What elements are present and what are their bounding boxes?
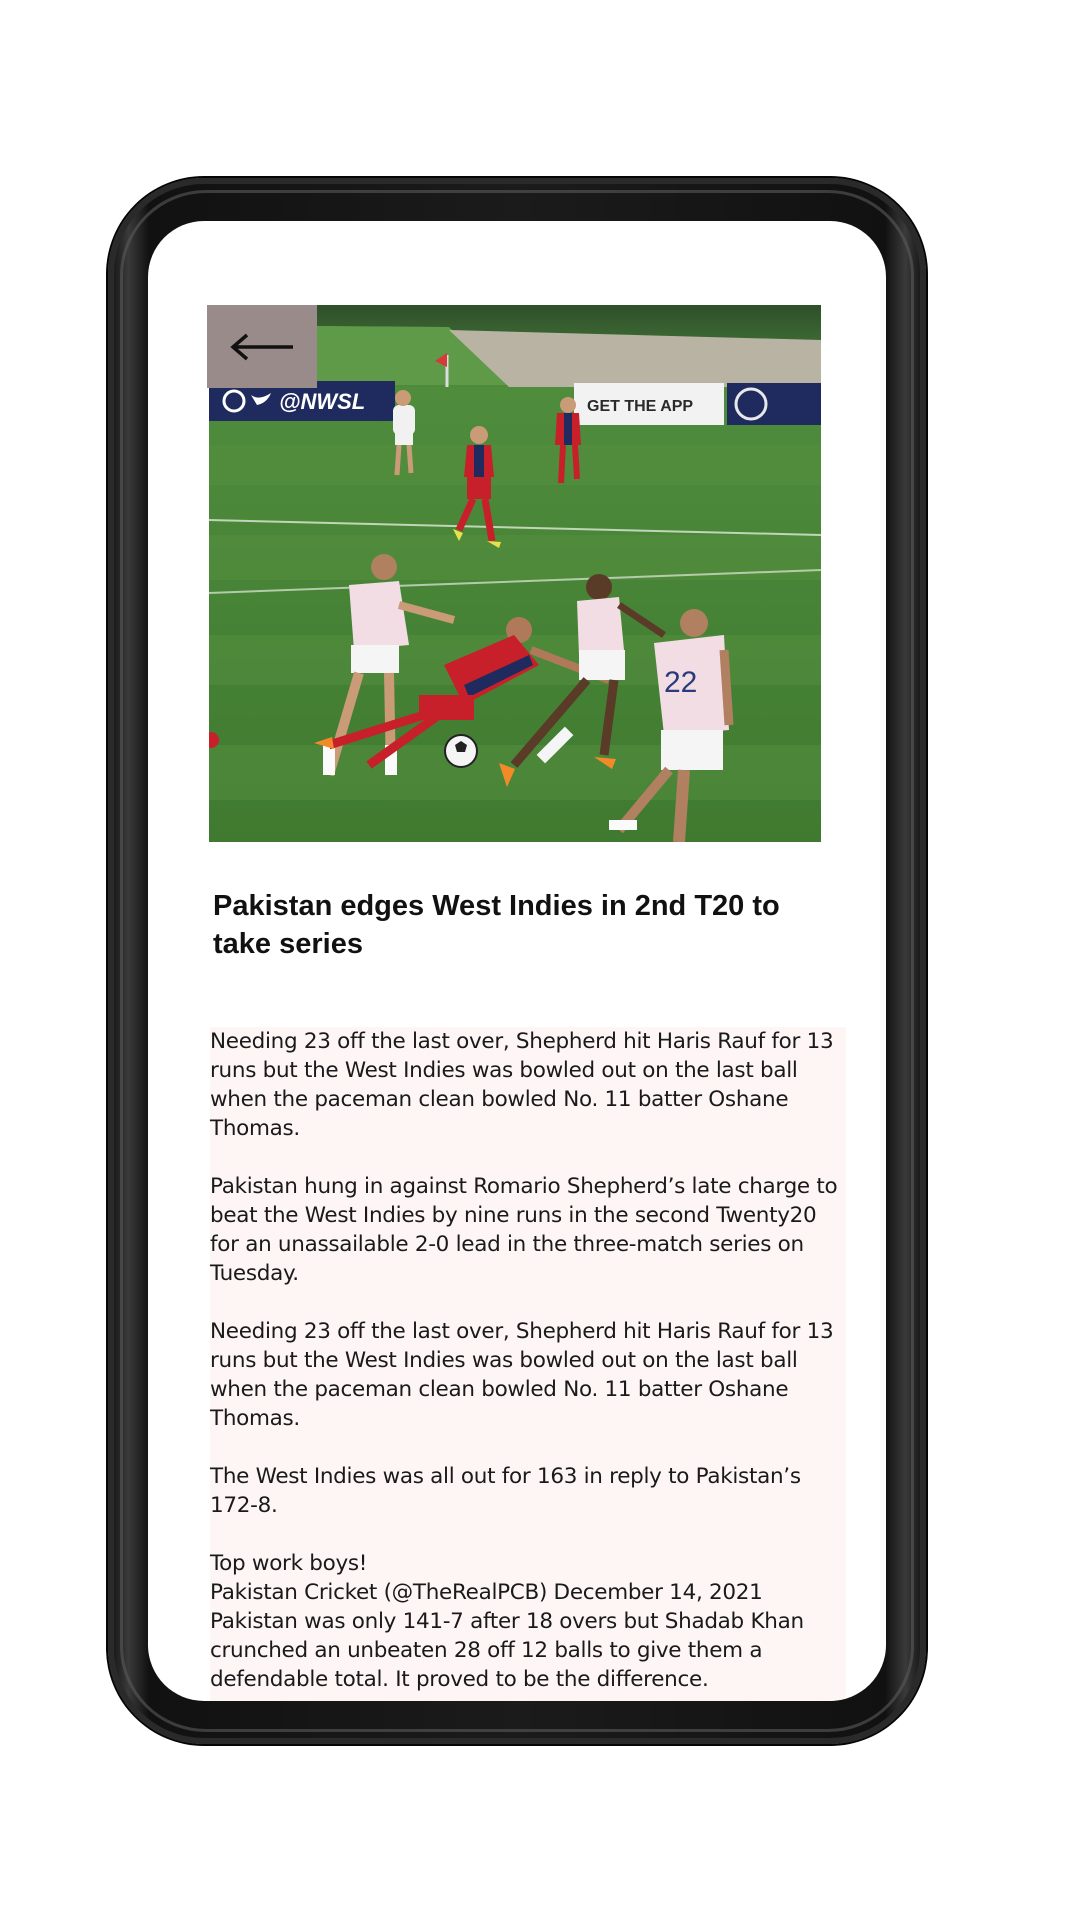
article-paragraph: Needing 23 off the last over, Shepherd h… <box>210 1029 834 1141</box>
article-paragraph: Pakistan was only 141-7 after 18 overs b… <box>210 1609 804 1692</box>
banner-right-text: GET THE APP <box>587 398 693 415</box>
jersey-number-text: 22 <box>664 666 697 699</box>
article-paragraph: Pakistan hung in against Romario Shepher… <box>210 1174 838 1286</box>
device-stage: @NWSL GET THE APP 22 Pakistan edges West… <box>0 0 1080 1920</box>
phone-screen: @NWSL GET THE APP 22 Pakistan edges West… <box>148 221 886 1701</box>
tweet-attribution: Pakistan Cricket (@TheRealPCB) December … <box>210 1580 763 1605</box>
article-body[interactable]: Needing 23 off the last over, Shepherd h… <box>210 1027 846 1701</box>
tweet-quote: Top work boys! <box>210 1551 368 1576</box>
banner-left-text: @NWSL <box>279 389 365 414</box>
article-paragraph: The West Indies was all out for 163 in r… <box>210 1464 801 1518</box>
arrow-left-icon <box>230 333 293 360</box>
back-button[interactable] <box>207 305 317 388</box>
article-headline: Pakistan edges West Indies in 2nd T20 to… <box>213 890 780 960</box>
article-paragraph: Needing 23 off the last over, Shepherd h… <box>210 1319 834 1431</box>
